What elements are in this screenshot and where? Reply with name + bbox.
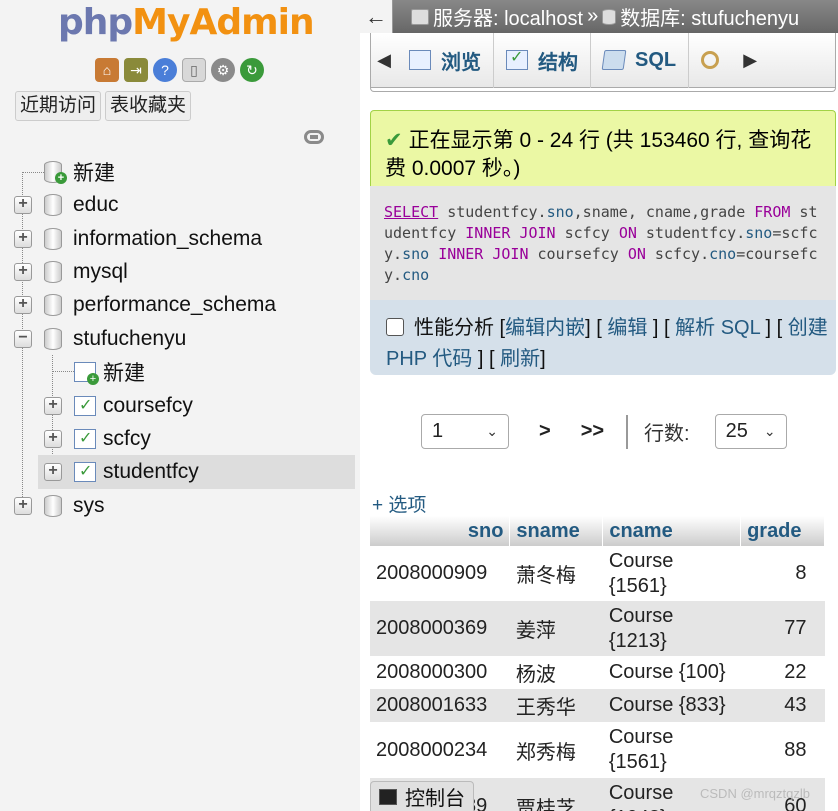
column-cname[interactable]: cname xyxy=(602,516,742,546)
explain-sql-link[interactable]: 解析 SQL xyxy=(675,317,760,339)
console-icon xyxy=(379,788,397,805)
watermark: CSDN @mrqztqzlb xyxy=(700,786,810,801)
breadcrumb-database[interactable]: 数据库: stufuchenyu xyxy=(620,2,799,31)
reload-icon[interactable]: ↻ xyxy=(240,58,264,82)
table-row[interactable]: 2008000234 郑秀梅 Course {1561} 88 xyxy=(370,722,825,778)
results-table: sno sname cname grade 2008000909 萧冬梅 Cou… xyxy=(370,516,825,811)
console-button[interactable]: 控制台 xyxy=(370,781,474,811)
settings-icon[interactable]: ⚙ xyxy=(211,58,235,82)
rows-label: 行数: xyxy=(644,423,690,445)
table-icon: ✓ xyxy=(74,429,96,449)
refresh-link[interactable]: 刷新 xyxy=(500,348,540,370)
tree-db-performance-schema[interactable]: + performance_schema xyxy=(0,288,355,322)
sql-icon xyxy=(601,50,627,70)
rows-select[interactable]: 25 ⌄ xyxy=(714,414,787,449)
table-row[interactable]: 2008001633 王秀华 Course {833} 43 xyxy=(370,689,825,722)
expand-icon[interactable]: + xyxy=(44,397,62,415)
new-database-icon: + xyxy=(44,161,67,184)
main-panel: ← 服务器: localhost » 数据库: stufuchenyu ◀ 浏览… xyxy=(360,0,838,811)
tree-db-stufuchenyu[interactable]: − stufuchenyu xyxy=(0,322,355,356)
favorites-button[interactable]: 表收藏夹 xyxy=(105,91,192,121)
expand-icon[interactable]: + xyxy=(14,263,32,281)
edit-link[interactable]: 编辑 xyxy=(607,317,647,339)
help-icon[interactable]: ? xyxy=(153,58,177,82)
exit-icon[interactable]: ⇥ xyxy=(124,58,148,82)
tree-item-new[interactable]: + 新建 xyxy=(0,155,355,189)
sql-query: SELECT studentfcy.sno,sname, cname,grade… xyxy=(370,186,836,300)
tree-db-educ[interactable]: + educ xyxy=(0,188,355,222)
chevron-down-icon: ⌄ xyxy=(763,423,776,439)
expand-icon[interactable]: + xyxy=(14,230,32,248)
database-icon xyxy=(44,495,64,517)
expand-icon[interactable]: + xyxy=(14,296,32,314)
table-icon: ✓ xyxy=(74,396,96,416)
table-header-row: sno sname cname grade xyxy=(370,516,825,546)
expand-icon[interactable]: + xyxy=(44,430,62,448)
new-table-icon: + xyxy=(74,362,99,385)
database-icon xyxy=(44,328,64,350)
recent-button[interactable]: 近期访问 xyxy=(15,91,102,121)
tree-table-scfcy[interactable]: + ✓ scfcy xyxy=(0,422,355,456)
tab-bar: ◀ 浏览 结构 SQL ▶ xyxy=(370,32,836,88)
tree-db-mysql[interactable]: + mysql xyxy=(0,255,355,289)
next-page-button[interactable]: > xyxy=(539,420,551,443)
success-message: ✔ 正在显示第 0 - 24 行 (共 153460 行, 查询花费 0.0007… xyxy=(370,110,836,186)
table-row[interactable]: 2008000369 姜萍 Course {1213} 77 xyxy=(370,601,825,656)
database-icon xyxy=(44,194,64,216)
tab-sql[interactable]: SQL xyxy=(591,32,690,88)
scroll-right-icon[interactable]: ▶ xyxy=(737,50,763,71)
docs-icon[interactable]: ▯ xyxy=(182,58,206,82)
query-tools: 性能分析 [编辑内嵌] [ 编辑 ] [ 解析 SQL ] [ 创建 PHP 代… xyxy=(370,300,836,375)
browse-icon xyxy=(409,50,431,70)
database-icon xyxy=(44,294,64,316)
tab-structure[interactable]: 结构 xyxy=(494,32,591,88)
navigation-panel: phpMyAdmin ⌂ ⇥ ? ▯ ⚙ ↻ 近期访问 表收藏夹 + 新建 + … xyxy=(0,0,360,811)
column-grade[interactable]: grade xyxy=(740,516,825,546)
check-icon: ✔ xyxy=(385,129,403,152)
database-icon xyxy=(602,8,617,25)
quick-icons: ⌂ ⇥ ? ▯ ⚙ ↻ xyxy=(95,58,264,82)
collapse-icon[interactable]: − xyxy=(14,330,32,348)
expand-icon[interactable]: + xyxy=(44,463,62,481)
tree-item-new-table[interactable]: + 新建 xyxy=(0,355,355,389)
tree-db-sys[interactable]: + sys xyxy=(0,489,355,523)
options-link[interactable]: + 选项 xyxy=(372,490,426,517)
tree-table-coursefcy[interactable]: + ✓ coursefcy xyxy=(0,389,355,423)
link-icon[interactable] xyxy=(304,130,324,144)
breadcrumb: ← 服务器: localhost » 数据库: stufuchenyu xyxy=(360,0,838,33)
tree-db-information-schema[interactable]: + information_schema xyxy=(0,222,355,256)
page-select[interactable]: 1 ⌄ xyxy=(421,414,509,449)
structure-icon xyxy=(506,47,528,70)
tab-browse[interactable]: 浏览 xyxy=(397,32,494,88)
expand-icon[interactable]: + xyxy=(14,497,32,515)
table-icon: ✓ xyxy=(74,462,96,482)
server-icon xyxy=(411,8,429,25)
breadcrumb-server[interactable]: 服务器: localhost xyxy=(433,2,583,31)
scroll-left-icon[interactable]: ◀ xyxy=(371,50,397,71)
expand-icon[interactable]: + xyxy=(14,196,32,214)
home-icon[interactable]: ⌂ xyxy=(95,58,119,82)
profiling-checkbox[interactable] xyxy=(386,318,404,336)
last-page-button[interactable]: >> xyxy=(581,420,604,443)
column-sno[interactable]: sno xyxy=(370,516,511,546)
table-row[interactable]: 2008000300 杨波 Course {100} 22 xyxy=(370,656,825,689)
tree-table-studentfcy[interactable]: + ✓ studentfcy xyxy=(38,455,355,489)
table-row[interactable]: 2008000909 萧冬梅 Course {1561} 8 xyxy=(370,546,825,601)
column-sname[interactable]: sname xyxy=(509,516,604,546)
search-icon[interactable] xyxy=(701,51,720,69)
chevron-down-icon: ⌄ xyxy=(486,423,498,439)
edit-inline-link[interactable]: 编辑内嵌 xyxy=(505,317,585,339)
pagination: 1 ⌄ > >> 行数: 25 ⌄ xyxy=(421,414,787,449)
database-icon xyxy=(44,228,64,250)
back-arrow-icon[interactable]: ← xyxy=(360,0,393,33)
database-icon xyxy=(44,261,64,283)
phpmyadmin-logo[interactable]: phpMyAdmin xyxy=(58,2,315,43)
